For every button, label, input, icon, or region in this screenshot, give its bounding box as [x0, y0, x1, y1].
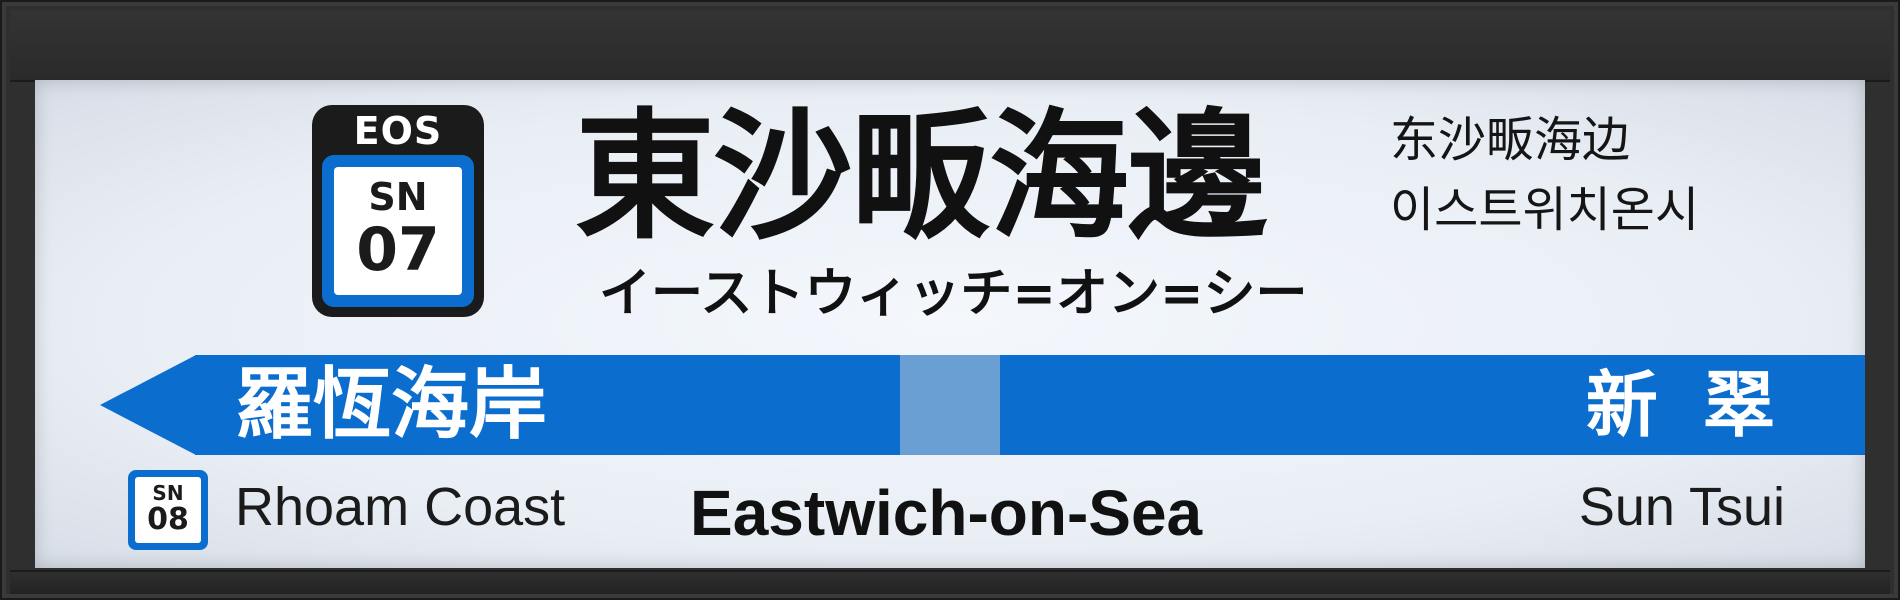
- sign-top-housing: [10, 10, 1890, 82]
- station-name-english: Eastwich-on-Sea: [690, 477, 1203, 549]
- station-name-korean: 이스트위치온시: [1390, 182, 1700, 238]
- previous-station-number-badge: SN 08: [128, 470, 208, 550]
- station-sign-panel: EOS SN 07 東沙畈海邊 イーストウィッチ=オン=シー 东沙畈海边 이스트…: [35, 80, 1865, 568]
- badge-line-code: SN: [368, 175, 428, 219]
- station-name-japanese: 東沙畈海邊: [575, 96, 1267, 259]
- current-station-marker: [900, 355, 1000, 455]
- next-station-name-english: Sun Tsui: [1578, 477, 1785, 537]
- small-badge-box: SN 08: [135, 477, 201, 543]
- sign-bottom-housing: [10, 570, 1890, 594]
- station-name-katakana: イーストウィッチ=オン=シー: [599, 264, 1308, 324]
- badge-line-frame: SN 07: [322, 155, 474, 307]
- left-arrow-icon: [100, 355, 196, 455]
- small-badge-station-number: 08: [147, 502, 189, 537]
- operator-code: EOS: [353, 109, 443, 153]
- next-station-name-japanese: 新 翠: [1585, 363, 1785, 447]
- badge-number-box: SN 07: [334, 167, 462, 295]
- previous-station-name-english: Rhoam Coast: [235, 477, 566, 537]
- previous-station-name-japanese: 羅恆海岸: [235, 360, 548, 450]
- station-number-badge: EOS SN 07: [312, 105, 484, 317]
- badge-station-number: 07: [356, 215, 440, 285]
- station-name-chinese: 东沙畈海边: [1390, 112, 1631, 168]
